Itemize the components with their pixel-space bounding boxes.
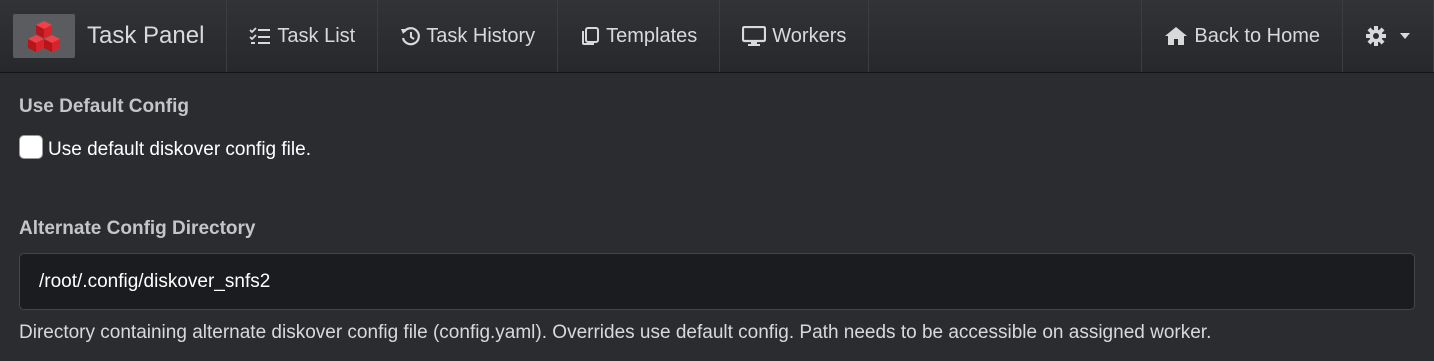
nav-task-history-label: Task History — [426, 24, 536, 47]
config-form: Use Default Config Use default diskover … — [19, 96, 1415, 344]
logo-cubes-icon — [13, 14, 75, 58]
use-default-config-checkbox[interactable] — [19, 135, 43, 159]
home-icon — [1165, 27, 1188, 45]
back-to-home-label: Back to Home — [1194, 24, 1320, 47]
alternate-config-help-text: Directory containing alternate diskover … — [19, 322, 1212, 343]
settings-dropdown[interactable] — [1342, 0, 1434, 72]
alternate-config-directory-input[interactable]: /root/.config/diskover_snfs2 — [19, 253, 1415, 310]
top-navbar: Task Panel Task List Task History Templa… — [0, 0, 1434, 73]
nav-task-history[interactable]: Task History — [378, 0, 559, 72]
use-default-config-checkbox-label[interactable]: Use default diskover config file. — [48, 139, 311, 161]
nav-templates-label: Templates — [606, 24, 698, 47]
history-icon — [401, 27, 421, 46]
nav-workers-label: Workers — [772, 24, 847, 47]
brand[interactable]: Task Panel — [0, 0, 228, 72]
nav-task-list-label: Task List — [277, 24, 356, 47]
gear-icon — [1366, 26, 1386, 46]
default-config-row: Use default diskover config file. — [19, 135, 1415, 162]
monitor-icon — [742, 26, 767, 46]
navbar-spacer — [869, 0, 1141, 72]
caret-down-icon — [1400, 33, 1410, 39]
nav-task-list[interactable]: Task List — [227, 0, 379, 72]
alternate-config-directory-title: Alternate Config Directory — [19, 218, 256, 239]
task-list-icon — [249, 27, 271, 44]
back-to-home-link[interactable]: Back to Home — [1141, 0, 1342, 72]
brand-title: Task Panel — [87, 22, 205, 49]
alternate-config-directory-value: /root/.config/diskover_snfs2 — [39, 270, 271, 292]
nav-templates[interactable]: Templates — [558, 0, 721, 72]
use-default-config-title: Use Default Config — [19, 96, 189, 117]
nav-workers[interactable]: Workers — [720, 0, 870, 72]
templates-icon — [582, 27, 600, 45]
